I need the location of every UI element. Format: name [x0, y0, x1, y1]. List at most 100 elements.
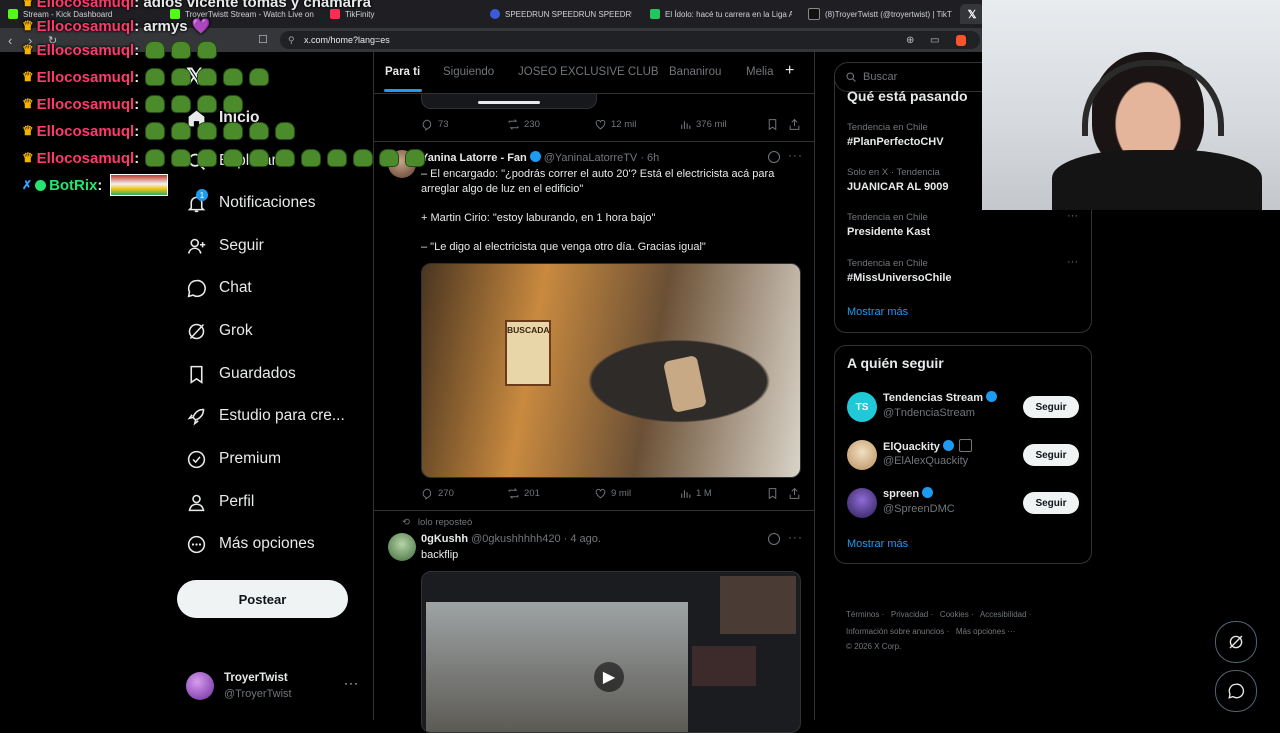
repost-button[interactable]: 201 [507, 487, 540, 500]
follow-button[interactable]: Seguir [1023, 444, 1079, 466]
nav-item-profile[interactable]: Perfil [186, 487, 254, 517]
like-button[interactable]: 9 mil [594, 487, 631, 500]
tiktok-icon [808, 8, 820, 20]
bookmark-icon [190, 365, 203, 384]
tweet-header: Yanina Latorre - Fan @YaninaLatorreTV · 6… [421, 151, 659, 164]
bookmark-star-icon[interactable]: ☐ [258, 33, 268, 46]
views-button[interactable]: 376 mil [679, 118, 727, 131]
chat-message: ♛ Ellocosamuql : [22, 38, 218, 62]
chat-username: Ellocosamuql [36, 122, 135, 140]
footer-link[interactable]: Términos [846, 610, 879, 619]
footer-link[interactable]: Accesibilidad [980, 610, 1027, 619]
trend-item[interactable]: Tendencia en Chile #MissUniversoChile ··… [835, 254, 1091, 294]
nav-item-chat[interactable]: Chat [186, 273, 252, 303]
grok-icon[interactable] [768, 533, 780, 545]
reply-button[interactable]: 270 [421, 487, 454, 500]
add-tab-icon[interactable]: + [785, 62, 794, 80]
nav-item-more[interactable]: Más opciones [186, 529, 315, 559]
grok-fab-button[interactable] [1215, 621, 1257, 663]
more-dots-icon[interactable]: ··· [788, 148, 803, 162]
share-button[interactable] [788, 487, 805, 500]
follow-button[interactable]: Seguir [1023, 492, 1079, 514]
more-dots-icon[interactable]: ··· [1067, 210, 1078, 222]
grok-icon [188, 323, 205, 339]
browser-tab[interactable]: SPEEDRUN SPEEDRUN SPEEDRUN S [490, 4, 632, 24]
grok-icon[interactable] [768, 151, 780, 163]
nav-item-creator-studio[interactable]: Estudio para cre... [186, 401, 345, 431]
tweet-time[interactable]: · 6h [640, 152, 659, 164]
tab-joseo-exclusive-club[interactable]: JOSEO EXCLUSIVE CLUB [518, 66, 659, 78]
browser-tab[interactable]: (8)TroyerTwistt (@troyertwist) | TikT [808, 4, 956, 24]
trend-name: JUANICAR AL 9009 [847, 181, 949, 193]
url-field[interactable]: ⚲ x.com/home?lang=es ⊕ ▭ [280, 31, 980, 49]
brave-shield-icon[interactable] [956, 34, 966, 46]
messages-fab-button[interactable] [1215, 670, 1257, 712]
bookmark-button[interactable] [766, 487, 783, 500]
zoom-icon[interactable]: ⊕ [906, 35, 914, 46]
crown-icon: ♛ [22, 150, 34, 165]
pepe-emote-icon [223, 149, 244, 168]
nav-item-premium[interactable]: Premium [186, 444, 281, 474]
rocket-icon [187, 408, 205, 425]
show-more-link[interactable]: Mostrar más [847, 538, 908, 550]
footer-link[interactable]: Más opciones ··· [956, 627, 1016, 636]
nav-label: Seguir [219, 237, 264, 254]
tab-melia[interactable]: Melia [746, 66, 773, 78]
pepe-emote-icon [249, 149, 270, 168]
avatar [847, 488, 877, 518]
pepe-emote-icon [171, 41, 192, 60]
more-dots-icon: ··· [344, 676, 359, 690]
poster-text: BUSCADA [507, 325, 550, 335]
trend-item[interactable]: Tendencia en Chile Presidente Kast ··· [835, 208, 1091, 248]
nav-item-notifications[interactable]: Notificaciones 1 [186, 188, 316, 218]
tab-following[interactable]: Siguiendo [443, 66, 494, 78]
footer-link[interactable]: Privacidad [891, 610, 928, 619]
chat-username: Ellocosamuql [36, 149, 135, 167]
show-more-link[interactable]: Mostrar más [847, 306, 908, 318]
footer-link[interactable]: Información sobre anuncios [846, 627, 944, 636]
nav-item-bookmarks[interactable]: Guardados [186, 359, 296, 389]
x-logo-icon: 𝕏 [967, 8, 977, 21]
bookmark-button[interactable] [766, 118, 783, 131]
follow-suggestion[interactable]: TS Tendencias Stream @TndenciaStream Seg… [847, 390, 1079, 430]
like-button[interactable]: 12 mil [594, 118, 636, 131]
views-icon [681, 121, 691, 129]
chat-icon [1228, 683, 1245, 699]
repost-indicator[interactable]: ⟲ lolo reposteó [402, 517, 472, 528]
share-button[interactable] [788, 118, 805, 131]
back-icon[interactable]: ‹ [8, 33, 12, 48]
author-name[interactable]: Yanina Latorre - Fan [421, 152, 527, 164]
more-dots-icon[interactable]: ··· [788, 530, 803, 544]
play-icon[interactable]: ▶ [594, 662, 624, 692]
site-info-icon: ⚲ [288, 34, 295, 45]
tweet-video[interactable]: ▶ [421, 571, 801, 733]
post-button[interactable]: Postear [177, 580, 348, 618]
author-handle[interactable]: @0gkushhhhh420 [471, 533, 560, 545]
author-name[interactable]: 0gKushh [421, 533, 468, 545]
pepe-emote-icon [197, 149, 218, 168]
follow-suggestion[interactable]: spreen @SpreenDMC Seguir [847, 486, 1079, 526]
tweet-time[interactable]: · 4 ago. [564, 533, 601, 545]
footer-link[interactable]: Cookies [940, 610, 969, 619]
repost-count: 230 [524, 119, 540, 130]
browser-tab-active[interactable]: 𝕏 [960, 4, 984, 24]
more-dots-icon[interactable]: ··· [1067, 256, 1078, 268]
tweet-image[interactable]: BUSCADA [421, 263, 801, 478]
follow-button[interactable]: Seguir [1023, 396, 1079, 418]
video-webcam [720, 576, 796, 634]
tweet-actions: 73 230 12 mil 376 mil [421, 118, 806, 134]
account-switcher[interactable]: TroyerTwist @TroyerTwist ··· [186, 670, 366, 706]
crown-icon: ♛ [22, 123, 34, 138]
avatar[interactable] [388, 533, 416, 561]
tab-for-you[interactable]: Para ti [385, 66, 420, 78]
follow-suggestion[interactable]: ElQuackity @ElAlexQuackity Seguir [847, 438, 1079, 478]
nav-item-follow[interactable]: Seguir [186, 231, 264, 261]
views-button[interactable]: 1 M [679, 487, 712, 500]
tab-bananirou[interactable]: Bananirou [669, 66, 721, 78]
browser-tab[interactable]: El Ídolo: hacé tu carrera en la Liga A [650, 4, 792, 24]
reply-button[interactable]: 73 [421, 118, 449, 131]
author-handle[interactable]: @YaninaLatorreTV [544, 152, 638, 164]
repost-button[interactable]: 230 [507, 118, 540, 131]
cast-icon[interactable]: ▭ [930, 35, 939, 46]
nav-item-grok[interactable]: Grok [186, 316, 253, 346]
